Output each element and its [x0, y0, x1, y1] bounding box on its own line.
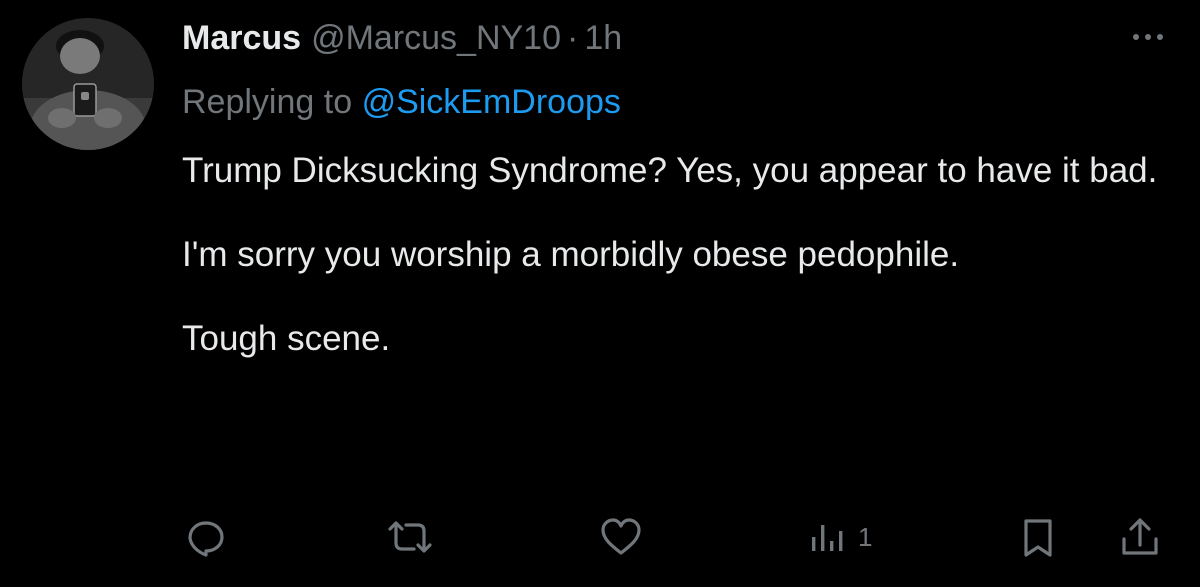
retweet-icon	[388, 521, 432, 553]
timestamp[interactable]: 1h	[584, 16, 622, 60]
more-horizontal-icon	[1133, 34, 1163, 40]
views-count: 1	[858, 522, 873, 552]
bookmark-icon	[1024, 519, 1052, 557]
tweet-paragraph: Tough scene.	[182, 319, 391, 358]
more-options-button[interactable]	[1124, 22, 1172, 52]
heart-icon	[601, 518, 641, 555]
tweet-body: Trump Dicksucking Syndrome? Yes, you app…	[182, 150, 1182, 360]
avatar[interactable]	[22, 18, 154, 150]
bookmark-button[interactable]	[1018, 514, 1058, 560]
views-chart-icon	[812, 525, 843, 551]
author-handle[interactable]: @Marcus_NY10	[311, 16, 561, 60]
share-button[interactable]	[1118, 514, 1162, 560]
reply-button[interactable]	[184, 514, 228, 560]
author-name[interactable]: Marcus	[182, 16, 301, 60]
replying-to-mention[interactable]: @SickEmDroops	[362, 83, 621, 121]
action-bar: 1	[0, 514, 1200, 560]
replying-to-line: Replying to @SickEmDroops	[182, 80, 621, 124]
tweet-paragraph: Trump Dicksucking Syndrome? Yes, you app…	[182, 151, 1158, 190]
replying-to-prefix: Replying to	[182, 83, 353, 121]
tweet-header: Marcus @Marcus_NY10 · 1h	[182, 16, 622, 60]
avatar-image	[22, 18, 154, 150]
share-icon	[1122, 518, 1158, 555]
retweet-button[interactable]	[384, 514, 436, 560]
views-button[interactable]: 1	[808, 514, 872, 560]
separator-dot: ·	[567, 19, 579, 57]
tweet-paragraph: I'm sorry you worship a morbidly obese p…	[182, 235, 960, 274]
reply-icon	[188, 521, 224, 557]
like-button[interactable]	[598, 514, 644, 560]
